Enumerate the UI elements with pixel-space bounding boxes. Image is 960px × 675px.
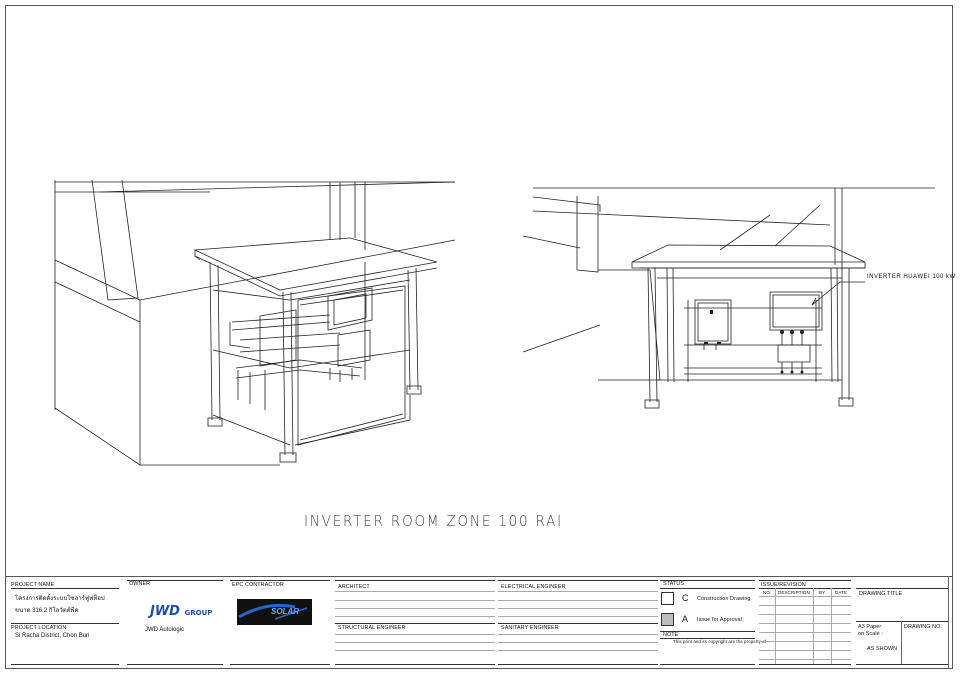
owner-label: OWNER: [129, 581, 151, 587]
note-text: This print and its copyright are the pro…: [673, 639, 767, 644]
rev-col-no: NO.: [763, 590, 772, 595]
structural-engineer-label: STRUCTURAL ENGINEER: [338, 625, 406, 631]
epc-logo: SOLAR: [237, 599, 312, 625]
sanitary-engineer-label: SANITARY ENGINEER: [501, 625, 559, 631]
rev-col-date: DATE: [835, 590, 848, 595]
status-label: STATUS: [663, 581, 685, 587]
status-a-letter: A: [682, 614, 689, 624]
owner-logo-text: JWD: [150, 604, 180, 619]
status-a-text: Issue for Approval: [697, 617, 742, 623]
paper-size-line1: A3 Paper: [858, 624, 882, 630]
title-block: PROJECT NAME โครงการติดตั้งระบบโซลาร์ฟูฟ…: [5, 576, 953, 669]
status-a-checkbox: [661, 613, 674, 626]
right-perspective-view: [522, 187, 935, 409]
architect-label: ARCHITECT: [338, 584, 370, 590]
project-name-line1: โครงการติดตั้งระบบโซลาร์ฟูฟท็อป: [15, 596, 105, 602]
paper-size-line2: on Scale :: [858, 631, 883, 637]
status-c-checkbox: [661, 592, 674, 605]
status-c-letter: C: [682, 593, 689, 603]
project-location-value: Si Racha District, Chon Buri: [15, 633, 90, 639]
title-block-top-border: [5, 576, 953, 577]
owner-name: JWD Autologic: [145, 627, 185, 633]
status-c-text: Construction Drawing: [697, 596, 751, 602]
owner-logo-group: GROUP: [184, 609, 213, 617]
electrical-engineer-label: ELECTRICAL ENGINEER: [501, 584, 566, 590]
epc-logo-text: SOLAR: [271, 607, 299, 616]
rev-col-description: DESCRIPTION: [778, 590, 810, 595]
inverter-room-perspective-drawings: [54, 179, 935, 466]
inverter-callout-label: INVERTER HUAWEI 100 kW: [867, 274, 956, 280]
project-location-label: PROJECT LOCATION: [11, 625, 67, 631]
drawing-main-title: INVERTER ROOM ZONE 100 RAI: [304, 512, 563, 530]
scale-value: AS SHOWN: [867, 646, 898, 652]
left-perspective-view: [54, 179, 456, 466]
drawing-no-label: DRAWING NO.: [904, 624, 943, 630]
rev-col-by: BY: [819, 590, 826, 595]
epc-contractor-label: EPC CONTRACTOR: [232, 582, 284, 588]
drawing-title-label: DRAWING TITLE: [859, 591, 903, 597]
project-name-line2: ขนาด 316.2 กิโลวัตต์พีค: [15, 608, 79, 614]
owner-logo: JWD GROUP: [150, 604, 212, 619]
